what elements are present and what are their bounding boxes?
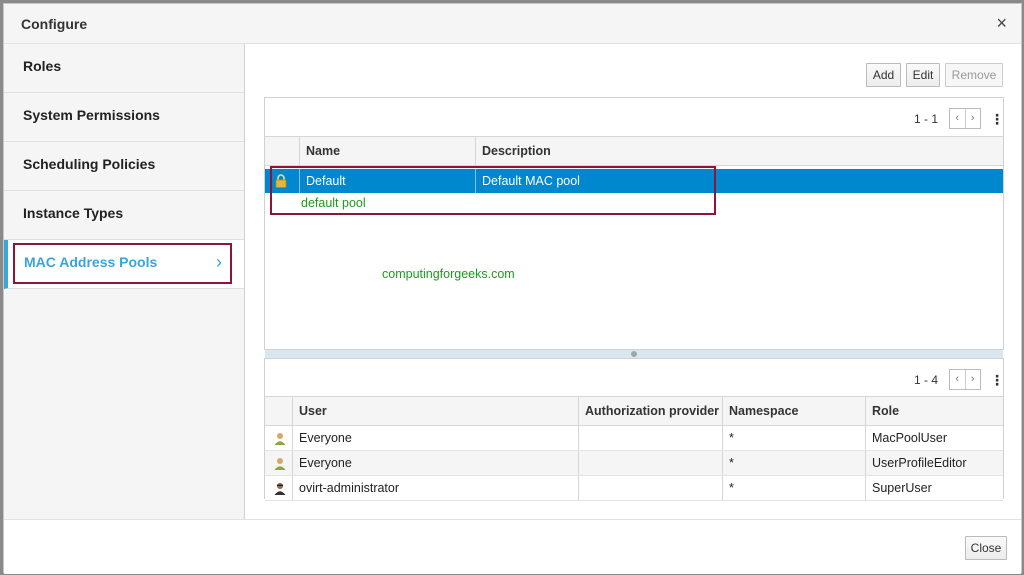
sidebar-item-label: Scheduling Policies	[23, 156, 155, 172]
role-cell: SuperUser	[865, 476, 1003, 500]
splitter-handle-icon	[631, 351, 637, 357]
column-header-role[interactable]: Role	[865, 397, 1003, 425]
user-cell: ovirt-administrator	[292, 476, 578, 500]
sidebar-item-system-permissions[interactable]: System Permissions	[4, 93, 244, 142]
role-cell: MacPoolUser	[865, 426, 1003, 450]
table-row[interactable]: Everyone * UserProfileEditor	[265, 451, 1003, 476]
provider-cell	[578, 476, 722, 500]
permissions-pager-buttons: ‹ ›	[949, 369, 981, 390]
configure-dialog: Configure × Roles System Permissions Sch…	[3, 3, 1022, 573]
add-button[interactable]: Add	[866, 63, 901, 87]
sidebar: Roles System Permissions Scheduling Poli…	[4, 44, 245, 519]
permissions-panel: 1 - 4 ‹ › ⋮ User Authorization provider …	[264, 358, 1004, 499]
user-cell: Everyone	[292, 451, 578, 475]
provider-cell	[578, 426, 722, 450]
dialog-footer: Close	[4, 519, 1021, 574]
annotation-default-pool: default pool	[301, 196, 366, 210]
kebab-menu-icon[interactable]: ⋮	[990, 373, 1004, 387]
watermark-text: computingforgeeks.com	[382, 267, 515, 281]
column-header-namespace[interactable]: Namespace	[722, 397, 865, 425]
table-row[interactable]: Default Default MAC pool	[265, 169, 1003, 193]
user-cell: Everyone	[292, 426, 578, 450]
remove-button[interactable]: Remove	[945, 63, 1003, 87]
pools-pager-text: 1 - 1	[914, 112, 938, 126]
admin-user-icon	[274, 482, 286, 495]
pool-name-cell: Default	[299, 169, 475, 193]
namespace-cell: *	[722, 426, 865, 450]
sidebar-item-instance-types[interactable]: Instance Types	[4, 191, 244, 240]
sidebar-item-mac-address-pools[interactable]: MAC Address Pools ›	[4, 240, 244, 289]
column-header-name[interactable]: Name	[299, 137, 475, 165]
sidebar-item-label: Roles	[23, 58, 61, 74]
pools-table-header: Name Description	[265, 136, 1003, 166]
dialog-header: Configure ×	[4, 4, 1021, 44]
column-header-user[interactable]: User	[292, 397, 578, 425]
sidebar-item-scheduling-policies[interactable]: Scheduling Policies	[4, 142, 244, 191]
column-header-authorization-provider[interactable]: Authorization provider	[578, 397, 722, 425]
table-row[interactable]: Everyone * MacPoolUser	[265, 426, 1003, 451]
sidebar-item-roles[interactable]: Roles	[4, 44, 244, 93]
pools-pager-buttons: ‹ ›	[949, 108, 981, 129]
pool-description-cell: Default MAC pool	[475, 169, 1003, 193]
mac-pools-panel: 1 - 1 ‹ › ⋮ Name Description Default Def…	[264, 97, 1004, 350]
namespace-cell: *	[722, 476, 865, 500]
next-page-button[interactable]: ›	[966, 370, 981, 389]
chevron-right-icon: ›	[216, 252, 222, 273]
permissions-pager-text: 1 - 4	[914, 373, 938, 387]
panel-splitter[interactable]	[265, 350, 1003, 358]
group-user-icon	[274, 457, 286, 470]
column-header-description[interactable]: Description	[475, 137, 1003, 165]
prev-page-button[interactable]: ‹	[950, 109, 966, 128]
dialog-title: Configure	[21, 16, 87, 32]
prev-page-button[interactable]: ‹	[950, 370, 966, 389]
role-cell: UserProfileEditor	[865, 451, 1003, 475]
lock-icon	[275, 174, 287, 188]
sidebar-item-label: MAC Address Pools	[24, 254, 157, 270]
close-button[interactable]: Close	[965, 536, 1007, 560]
close-icon[interactable]: ×	[996, 12, 1007, 34]
sidebar-item-label: System Permissions	[23, 107, 160, 123]
provider-cell	[578, 451, 722, 475]
group-user-icon	[274, 432, 286, 445]
permissions-table-header: User Authorization provider Namespace Ro…	[265, 396, 1003, 426]
edit-button[interactable]: Edit	[906, 63, 940, 87]
table-row[interactable]: ovirt-administrator * SuperUser	[265, 476, 1003, 501]
next-page-button[interactable]: ›	[966, 109, 981, 128]
sidebar-item-label: Instance Types	[23, 205, 123, 221]
kebab-menu-icon[interactable]: ⋮	[990, 112, 1004, 126]
namespace-cell: *	[722, 451, 865, 475]
